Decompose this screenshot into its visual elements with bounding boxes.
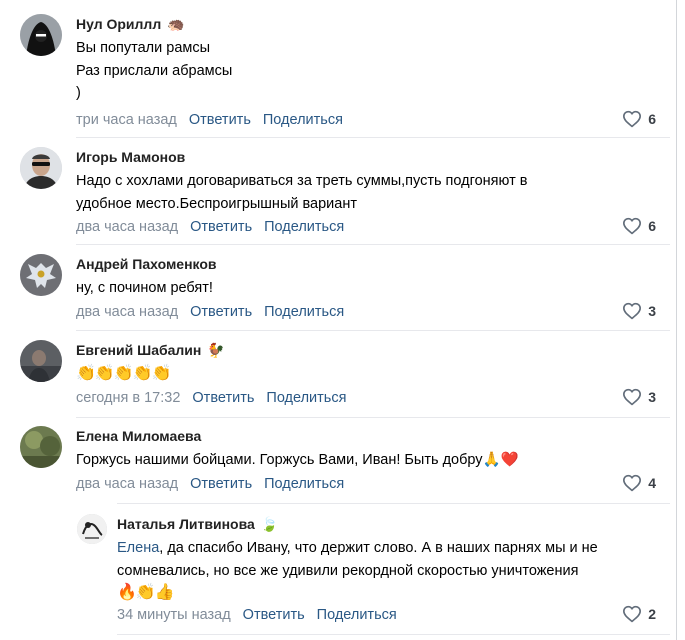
author-name[interactable]: Евгений Шабалин: [76, 340, 201, 360]
heart-icon: [623, 302, 642, 320]
hedgehog-badge-icon: 🦔: [167, 16, 185, 32]
share-button[interactable]: Поделиться: [264, 476, 344, 492]
comment-time[interactable]: сегодня в 17:32: [76, 390, 180, 406]
like-count: 3: [648, 389, 656, 405]
author-name[interactable]: Елена Миломаева: [76, 426, 201, 446]
heart-icon: [623, 605, 642, 623]
divider: [76, 137, 670, 138]
author-name[interactable]: Игорь Мамонов: [76, 147, 185, 167]
comment-line: удобное место.Беспроигрышный вариант: [76, 195, 357, 212]
author-name[interactable]: Нул Ориллл: [76, 14, 161, 34]
nature-photo-icon: [20, 426, 62, 468]
comment-meta: сегодня в 17:32 Ответить Поделиться 3: [76, 388, 656, 408]
like-count: 2: [648, 606, 656, 622]
like-count: 6: [648, 218, 656, 234]
comment-time[interactable]: три часа назад: [76, 112, 177, 128]
sketch-drawing-icon: [77, 514, 107, 544]
leaf-badge-icon: 🍃: [260, 516, 279, 532]
scroll-edge-divider: [676, 0, 677, 640]
like-button[interactable]: 6: [622, 217, 656, 235]
comment-line: Надо с хохлами договариваться за треть с…: [76, 173, 528, 189]
rooster-badge-icon: 🐓: [207, 342, 225, 358]
man-portrait-icon: [20, 340, 62, 382]
reply-button[interactable]: Ответить: [190, 476, 252, 492]
comment-line: Раз прислали абрамсы: [76, 62, 233, 79]
share-button[interactable]: Поделиться: [317, 607, 397, 623]
comment-line: сомневались, но все же удивили рекордной…: [117, 562, 579, 579]
avatar[interactable]: [20, 147, 62, 189]
clapping-hands-icon: 👏👏👏👏👏: [76, 365, 172, 382]
comment-author[interactable]: Наталья Литвинова 🍃: [117, 514, 656, 534]
comment-text: ну, с почином ребят!: [76, 277, 656, 300]
avatar[interactable]: [20, 14, 62, 56]
avatar[interactable]: [20, 340, 62, 382]
comment-text: Вы попутали рамсы Раз прислали абрамсы ): [76, 37, 656, 105]
comment-line-text: , да спасибо Ивану, что держит слово. А …: [159, 540, 598, 556]
comment-text: Надо с хохлами договариваться за треть с…: [76, 170, 656, 215]
like-count: 3: [648, 303, 656, 319]
like-count: 4: [648, 475, 656, 491]
comment-line: Елена, да спасибо Ивану, что держит слов…: [117, 537, 656, 560]
comment-author[interactable]: Андрей Пахоменков: [76, 254, 656, 274]
comment-line: ну, с почином ребят!: [76, 280, 213, 296]
divider: [117, 634, 670, 635]
comment-time[interactable]: два часа назад: [76, 476, 178, 492]
like-button[interactable]: 4: [622, 474, 656, 492]
heart-icon: [623, 388, 642, 406]
comments-page: Нул Ориллл 🦔 Вы попутали рамсы Раз присл…: [0, 0, 676, 640]
comment-meta: 34 минуты назад Ответить Поделиться 2: [117, 605, 656, 625]
comment-time[interactable]: два часа назад: [76, 304, 178, 320]
share-button[interactable]: Поделиться: [264, 219, 344, 235]
man-sunglasses-icon: [20, 147, 62, 189]
comment-meta: два часа назад Ответить Поделиться 6: [76, 217, 656, 237]
mention-link[interactable]: Елена: [117, 540, 159, 556]
like-button[interactable]: 6: [622, 110, 656, 128]
share-button[interactable]: Поделиться: [263, 112, 343, 128]
comment-meta: три часа назад Ответить Поделиться 6: [76, 110, 656, 130]
reply-button[interactable]: Ответить: [243, 607, 305, 623]
share-button[interactable]: Поделиться: [264, 304, 344, 320]
comment-author[interactable]: Нул Ориллл 🦔: [76, 14, 656, 34]
comment-author[interactable]: Елена Миломаева: [76, 426, 656, 446]
reply-button[interactable]: Ответить: [190, 219, 252, 235]
eagle-icon: [20, 254, 62, 296]
avatar[interactable]: [77, 514, 107, 544]
comment-meta: два часа назад Ответить Поделиться 3: [76, 302, 656, 322]
avatar[interactable]: [20, 426, 62, 468]
heart-icon: [623, 110, 642, 128]
divider: [76, 330, 670, 331]
comment-time[interactable]: два часа назад: [76, 219, 178, 235]
heart-icon: [623, 474, 642, 492]
author-name[interactable]: Наталья Литвинова: [117, 514, 255, 534]
divider: [76, 417, 670, 418]
divider: [76, 244, 670, 245]
reply-button[interactable]: Ответить: [192, 390, 254, 406]
like-button[interactable]: 3: [622, 388, 656, 406]
like-count: 6: [648, 111, 656, 127]
hooded-figure-icon: [20, 14, 62, 56]
comment-time[interactable]: 34 минуты назад: [117, 607, 231, 623]
comment-author[interactable]: Игорь Мамонов: [76, 147, 656, 167]
comment-text: 👏👏👏👏👏: [76, 363, 656, 386]
author-name[interactable]: Андрей Пахоменков: [76, 254, 217, 274]
avatar[interactable]: [20, 254, 62, 296]
like-button[interactable]: 2: [622, 605, 656, 623]
heart-icon: [623, 217, 642, 235]
comment-line: Вы попутали рамсы: [76, 40, 211, 56]
fire-clap-thumbs-up-icon: 🔥👏👍: [117, 584, 175, 601]
like-button[interactable]: 3: [622, 302, 656, 320]
comment-text: Елена, да спасибо Ивану, что держит слов…: [117, 537, 656, 605]
reply-button[interactable]: Ответить: [190, 304, 252, 320]
reply-button[interactable]: Ответить: [189, 112, 251, 128]
comment-author[interactable]: Евгений Шабалин 🐓: [76, 340, 656, 360]
comment-line: ): [76, 85, 81, 101]
comment-meta: два часа назад Ответить Поделиться 4: [76, 474, 656, 494]
comment-text: Горжусь нашими бойцами. Горжусь Вами, Ив…: [76, 449, 656, 472]
comment-line: Горжусь нашими бойцами. Горжусь Вами, Ив…: [76, 452, 519, 468]
share-button[interactable]: Поделиться: [266, 390, 346, 406]
divider: [117, 503, 670, 504]
